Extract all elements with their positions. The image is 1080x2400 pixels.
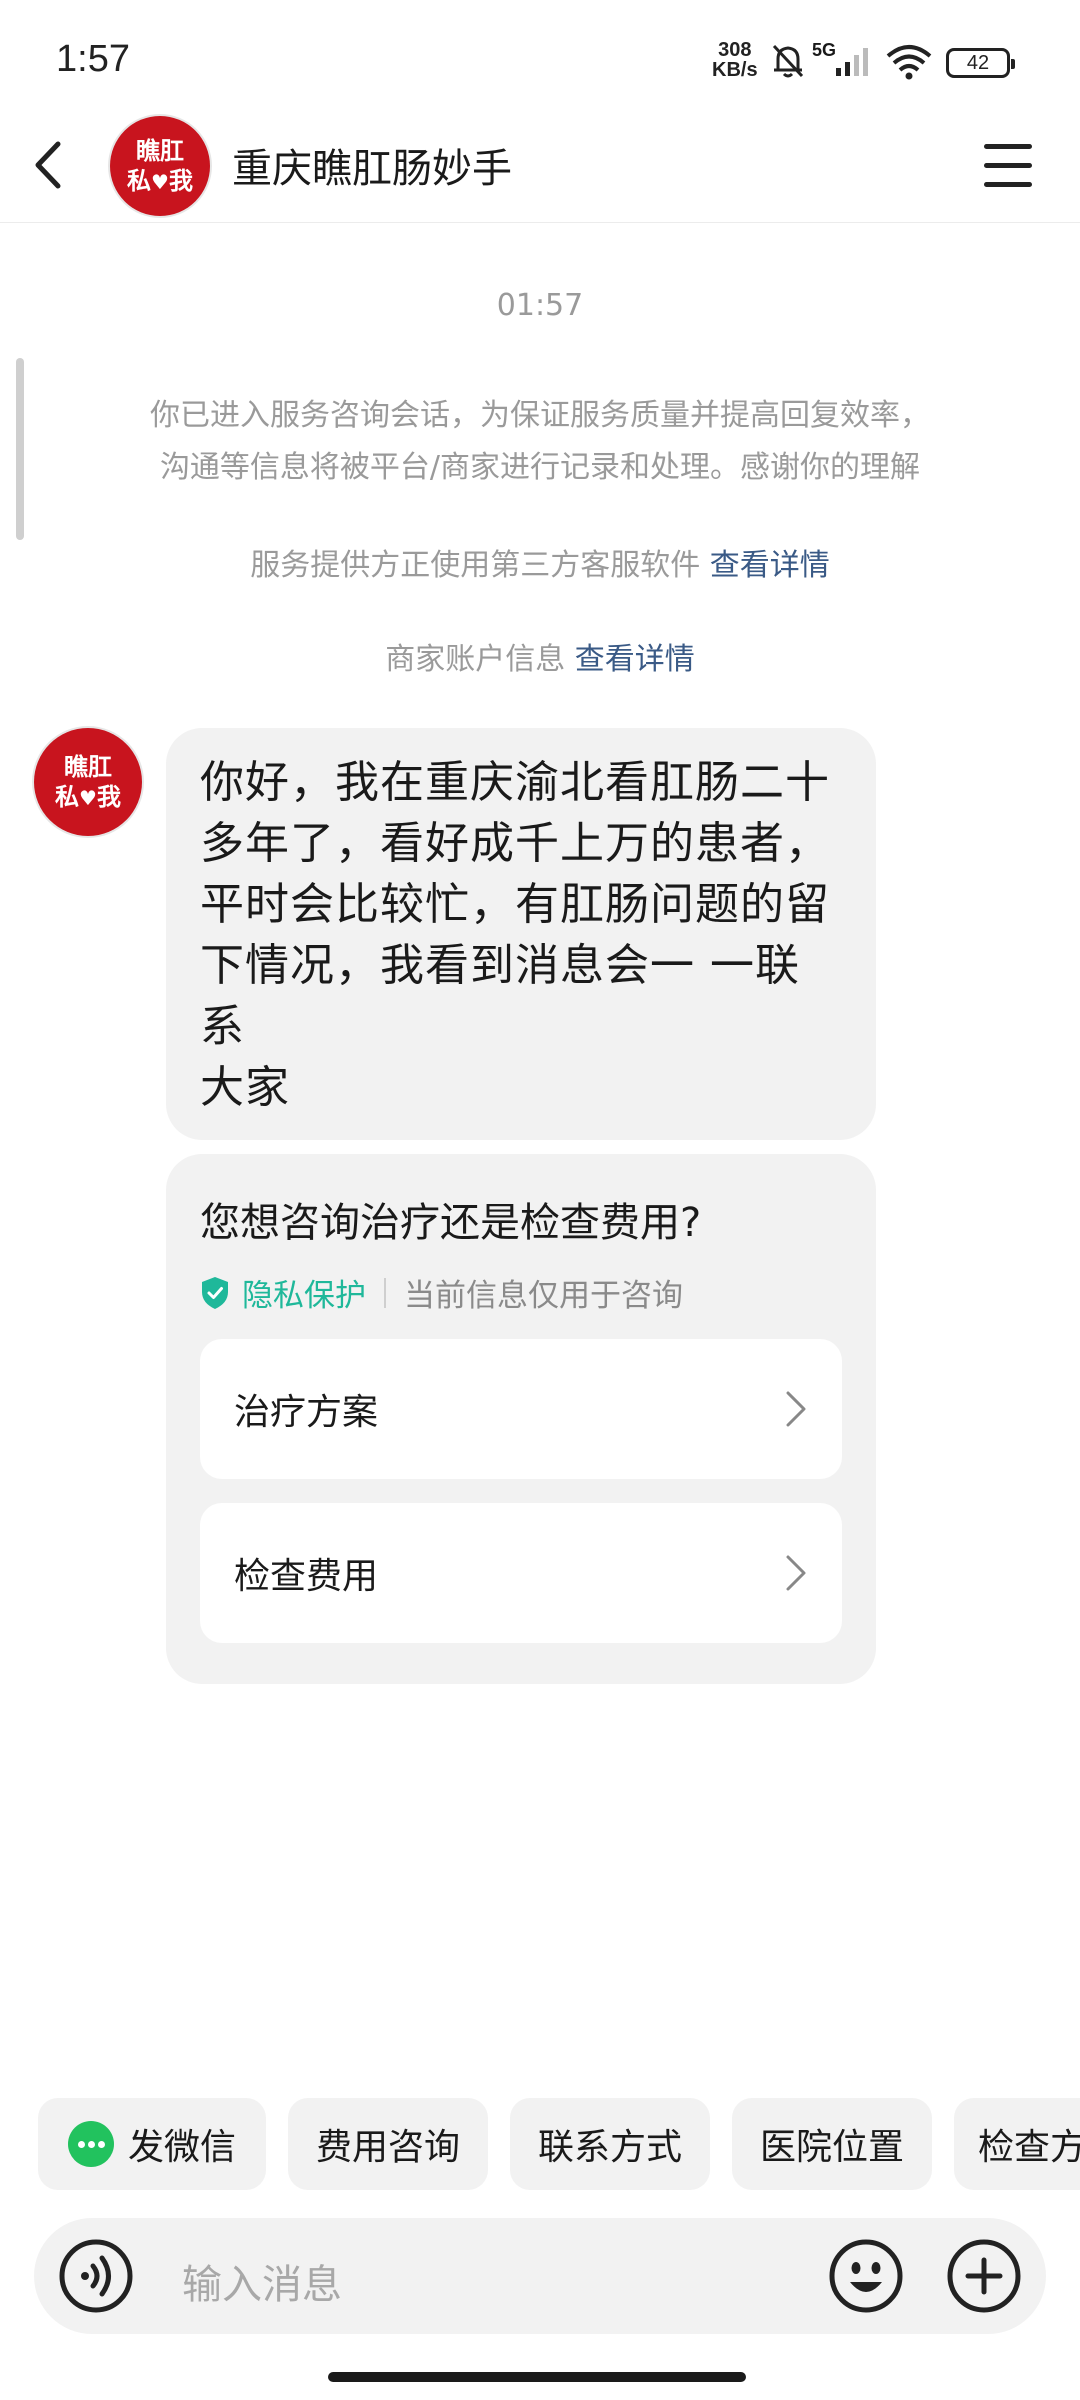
chat-header: 瞧肛 私♥我 重庆瞧肛肠妙手: [0, 112, 1080, 223]
wifi-icon: [886, 45, 932, 80]
message-input[interactable]: 输入消息: [182, 2252, 342, 2310]
plus-icon: [947, 2239, 1021, 2313]
option-label: 检查费用: [234, 1556, 379, 1597]
plus-button[interactable]: [946, 2238, 1022, 2314]
message-bubble: 你好，我在重庆渝北看肛肠二十 多年了，看好成千上万的患者， 平时会比较忙，有肛肠…: [166, 728, 876, 1140]
home-indicator[interactable]: [328, 2372, 746, 2382]
chip-send-wechat[interactable]: 发微信: [38, 2098, 266, 2190]
voice-button[interactable]: [58, 2238, 134, 2314]
third-party-details-link[interactable]: 查看详情: [710, 548, 830, 583]
service-notice: 你已进入服务咨询会话，为保证服务质量并提高回复效率， 沟通等信息将被平台/商家进…: [150, 398, 930, 485]
chevron-right-icon: [786, 1555, 806, 1591]
privacy-row: 隐私保护 当前信息仅用于咨询: [200, 1270, 842, 1315]
option-label: 治疗方案: [234, 1392, 379, 1433]
back-button[interactable]: [14, 130, 84, 200]
page-title: 重庆瞧肛肠妙手: [232, 146, 512, 192]
emoji-button[interactable]: [828, 2238, 904, 2314]
shield-check-icon: [202, 1276, 228, 1309]
message-text: 你好，我在重庆渝北看肛肠二十 多年了，看好成千上万的患者， 平时会比较忙，有肛肠…: [200, 757, 830, 1113]
privacy-description: 当前信息仅用于咨询: [404, 1278, 683, 1314]
chevron-left-icon: [35, 141, 61, 189]
option-exam-fee[interactable]: 检查费用: [200, 1503, 842, 1643]
merchant-details-link[interactable]: 查看详情: [575, 642, 695, 677]
chip-hospital-location[interactable]: 医院位置: [732, 2098, 932, 2190]
merchant-info-notice: 商家账户信息 查看详情: [385, 642, 695, 677]
sender-avatar[interactable]: 瞧肛 私♥我: [34, 728, 142, 836]
privacy-label: 隐私保护: [242, 1278, 366, 1314]
menu-button[interactable]: [976, 136, 1040, 196]
chip-exam-plan[interactable]: 检查方: [954, 2098, 1080, 2190]
mute-bell-icon: [772, 44, 804, 78]
voice-icon: [59, 2239, 133, 2313]
consult-card: 您想咨询治疗还是检查费用? 隐私保护 当前信息仅用于咨询 治疗方案 检查费用: [166, 1154, 876, 1684]
scrollbar[interactable]: [16, 358, 24, 540]
signal-icon: [836, 48, 868, 76]
wechat-icon: [67, 2121, 114, 2167]
option-treatment-plan[interactable]: 治疗方案: [200, 1339, 842, 1479]
chip-contact[interactable]: 联系方式: [510, 2098, 710, 2190]
status-time: 1:57: [56, 38, 130, 80]
message-input-bar: 输入消息: [34, 2218, 1046, 2334]
network-speed: 308 KB/s: [712, 39, 758, 81]
signal-label: 5G: [812, 40, 837, 60]
chip-fee-consult[interactable]: 费用咨询: [288, 2098, 488, 2190]
chevron-right-icon: [786, 1391, 806, 1427]
merchant-avatar[interactable]: 瞧肛 私♥我: [110, 116, 210, 216]
chat-timestamp: 01:57: [496, 288, 584, 323]
third-party-notice: 服务提供方正使用第三方客服软件 查看详情: [250, 548, 830, 583]
status-bar: 1:57 308 KB/s 5G 42: [0, 0, 1080, 120]
emoji-icon: [829, 2239, 903, 2313]
hamburger-icon: [984, 144, 1032, 149]
divider: [384, 1277, 386, 1308]
battery-indicator: 42: [946, 48, 1015, 78]
heart-icon: ♥: [151, 169, 169, 194]
card-question: 您想咨询治疗还是检查费用?: [200, 1200, 702, 1246]
heart-icon: ♥: [79, 785, 97, 810]
